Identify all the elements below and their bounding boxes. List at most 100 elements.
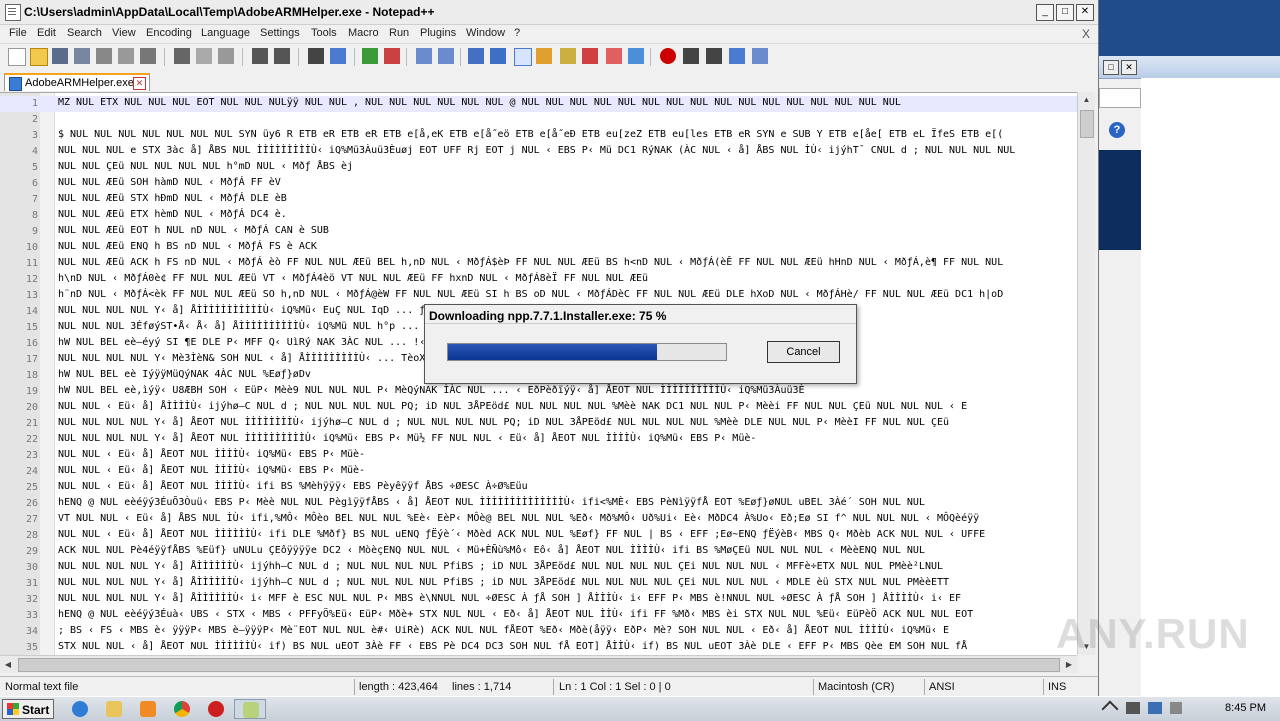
sync-vertical-icon[interactable] bbox=[416, 48, 432, 64]
play-macro-icon[interactable] bbox=[706, 48, 722, 64]
cut-icon[interactable] bbox=[174, 48, 190, 64]
save-icon[interactable] bbox=[52, 48, 68, 64]
editor-line[interactable]: 19 hW NUL BEL eè,ìýÿ‹ U8ÆBH SOH ‹ EüP‹ Mè… bbox=[0, 384, 1077, 400]
menu-plugins[interactable]: Plugins bbox=[420, 27, 456, 39]
menu-search[interactable]: Search bbox=[67, 27, 102, 39]
editor-line[interactable]: 7 NUL NUL ÆEü STX hÐmD NUL ‹ MðƒÁ DLE èB bbox=[0, 192, 1077, 208]
editor-line[interactable]: 27 VT NUL NUL ‹ Eü‹ å] ÅBS NUL ÌÙ‹ ifi,%M… bbox=[0, 512, 1077, 528]
language-udl-icon[interactable] bbox=[536, 48, 552, 64]
taskbar-opera-icon[interactable] bbox=[200, 699, 232, 719]
function-list-icon[interactable] bbox=[582, 48, 598, 64]
editor-line[interactable]: 32 NUL NUL NUL NUL Y‹ å] ÅÌÌÌÌÌÌÙ‹ i‹ MFF… bbox=[0, 592, 1077, 608]
menu-language[interactable]: Language bbox=[201, 27, 250, 39]
editor-line[interactable]: 28 NUL NUL ‹ Eü‹ å] ÅEOT NUL ÌÌÌÌÌÌÙ‹ ifi… bbox=[0, 528, 1077, 544]
editor-line[interactable]: 5 NUL NUL ÇEü NUL NUL NUL NUL h°mD NUL ‹ … bbox=[0, 160, 1077, 176]
editor-line[interactable]: 26 hENQ @ NUL eèéÿý3ÉuÕ3Òuü‹ EBS P‹ Mèè N… bbox=[0, 496, 1077, 512]
tab-adobearmhelper[interactable]: AdobeARMHelper.exe ✕ bbox=[4, 73, 150, 91]
zoom-in-icon[interactable] bbox=[362, 48, 378, 64]
horizontal-scroll-thumb[interactable] bbox=[18, 658, 1060, 672]
menu-encoding[interactable]: Encoding bbox=[146, 27, 192, 39]
scroll-right-icon[interactable]: ▶ bbox=[1061, 656, 1077, 673]
monitoring-icon[interactable] bbox=[628, 48, 644, 64]
start-button[interactable]: Start bbox=[2, 699, 54, 719]
save-all-icon[interactable] bbox=[74, 48, 90, 64]
show-all-chars-icon[interactable] bbox=[490, 48, 506, 64]
menu-tools[interactable]: Tools bbox=[311, 27, 337, 39]
editor-line[interactable]: 8 NUL NUL ÆEü ETX hèmD NUL ‹ MðƒÁ DC4 è. bbox=[0, 208, 1077, 224]
menu-settings[interactable]: Settings bbox=[260, 27, 300, 39]
editor-line[interactable]: 35 STX NUL NUL ‹ å] ÅEOT NUL ÌÌÌÌÌÌÙ‹ if)… bbox=[0, 640, 1077, 656]
editor-line[interactable]: 20 NUL NUL ‹ Eü‹ å] ÅÌÌÌÌÙ‹ ijýhø—C NUL d… bbox=[0, 400, 1077, 416]
print-icon[interactable] bbox=[140, 48, 156, 64]
open-file-icon[interactable] bbox=[30, 48, 48, 66]
editor-line[interactable]: 11 NUL NUL ÆEü ACK h FS nD NUL ‹ MðƒÁ èò … bbox=[0, 256, 1077, 272]
editor-line[interactable]: 25 NUL NUL ‹ Eü‹ å] ÅEOT NUL ÌÌÌÌÙ‹ ifi B… bbox=[0, 480, 1077, 496]
menu-edit[interactable]: Edit bbox=[37, 27, 56, 39]
editor-line[interactable]: 31 NUL NUL NUL NUL Y‹ å] ÅÌÌÌÌÌÌÙ‹ ijýhh—… bbox=[0, 576, 1077, 592]
run-macro-multiple-icon[interactable] bbox=[729, 48, 745, 64]
editor-line[interactable]: 30 NUL NUL NUL NUL Y‹ å] ÅÌÌÌÌÌÌÙ‹ ijýhh—… bbox=[0, 560, 1077, 576]
doc-map-icon[interactable] bbox=[560, 48, 576, 64]
editor-line[interactable]: 10 NUL NUL ÆEü ENQ h BS nD NUL ‹ MðƒÁ FS … bbox=[0, 240, 1077, 256]
stop-macro-icon[interactable] bbox=[683, 48, 699, 64]
editor-line[interactable]: 24 NUL NUL ‹ Eü‹ å] ÅEOT NUL ÌÌÌÌÙ‹ iQ%Mü… bbox=[0, 464, 1077, 480]
editor-line[interactable]: 12 h\nD NUL ‹ MðƒÁ0è¢ FF NUL NUL ÆEü VT ‹… bbox=[0, 272, 1077, 288]
menu-run[interactable]: Run bbox=[389, 27, 409, 39]
editor-line[interactable]: 6 NUL NUL ÆEü SOH hàmD NUL ‹ MðƒÁ FF èV bbox=[0, 176, 1077, 192]
background-maximize-button[interactable]: □ bbox=[1103, 60, 1119, 75]
sync-horizontal-icon[interactable] bbox=[438, 48, 454, 64]
close-all-icon[interactable] bbox=[118, 48, 134, 64]
cancel-button[interactable]: Cancel bbox=[767, 341, 840, 363]
editor-line[interactable]: 2 bbox=[0, 112, 1077, 128]
tray-expand-icon[interactable] bbox=[1101, 700, 1119, 718]
scroll-up-icon[interactable]: ▲ bbox=[1078, 92, 1095, 108]
close-button[interactable]: ✕ bbox=[1076, 4, 1094, 21]
taskbar-explorer-icon[interactable] bbox=[98, 699, 130, 719]
folder-workspace-icon[interactable] bbox=[606, 48, 622, 64]
new-file-icon[interactable] bbox=[8, 48, 26, 66]
copy-icon[interactable] bbox=[196, 48, 212, 64]
word-wrap-icon[interactable] bbox=[468, 48, 484, 64]
menu-file[interactable]: File bbox=[9, 27, 27, 39]
indent-guide-icon[interactable] bbox=[514, 48, 532, 66]
editor-line[interactable]: 23 NUL NUL ‹ Eü‹ å] ÅEOT NUL ÌÌÌÌÙ‹ iQ%Mü… bbox=[0, 448, 1077, 464]
taskbar-media-player-icon[interactable] bbox=[132, 699, 164, 719]
vertical-scroll-thumb[interactable] bbox=[1080, 110, 1094, 138]
maximize-button[interactable]: □ bbox=[1056, 4, 1074, 21]
menu-help[interactable]: ? bbox=[514, 27, 520, 39]
horizontal-scrollbar[interactable]: ◀ ▶ bbox=[0, 655, 1077, 673]
editor-line[interactable]: 4 NUL NUL NUL e STX 3àc å] ÅBS NUL ÌÌÌÌÌÌ… bbox=[0, 144, 1077, 160]
record-macro-icon[interactable] bbox=[660, 48, 676, 64]
tab-close-icon[interactable]: ✕ bbox=[133, 77, 146, 90]
background-close-button[interactable]: ✕ bbox=[1121, 60, 1137, 75]
editor-line[interactable]: 1 MZ NUL ETX NUL NUL NUL EOT NUL NUL NULÿ… bbox=[0, 96, 1077, 112]
editor-line[interactable]: 21 NUL NUL NUL NUL Y‹ å] ÅEOT NUL ÌÌÌÌÌÌÌ… bbox=[0, 416, 1077, 432]
tray-volume-icon[interactable] bbox=[1126, 702, 1140, 714]
clock[interactable]: 8:45 PM bbox=[1225, 702, 1266, 714]
tray-flag-icon[interactable] bbox=[1170, 702, 1182, 714]
editor-line[interactable]: 33 hENQ @ NUL eèéÿý3Éuà‹ UBS ‹ STX ‹ MBS … bbox=[0, 608, 1077, 624]
help-icon[interactable]: ? bbox=[1109, 122, 1125, 138]
vertical-scrollbar[interactable]: ▲ ▼ bbox=[1077, 92, 1095, 655]
zoom-out-icon[interactable] bbox=[384, 48, 400, 64]
redo-icon[interactable] bbox=[274, 48, 290, 64]
editor-line[interactable]: 29 ACK NUL NUL Pè4éÿÿfÅBS %Eüf} uNULu ÇEô… bbox=[0, 544, 1077, 560]
taskbar-notepadpp-icon[interactable] bbox=[234, 699, 266, 719]
find-icon[interactable] bbox=[308, 48, 324, 64]
editor-line[interactable]: 9 NUL NUL ÆEü EOT h NUL nD NUL ‹ MðƒÁ CAN… bbox=[0, 224, 1077, 240]
minimize-button[interactable]: _ bbox=[1036, 4, 1054, 21]
menu-macro[interactable]: Macro bbox=[348, 27, 379, 39]
menu-view[interactable]: View bbox=[112, 27, 136, 39]
taskbar-ie-icon[interactable] bbox=[64, 699, 96, 719]
replace-icon[interactable] bbox=[330, 48, 346, 64]
close-document-icon[interactable]: X bbox=[1082, 27, 1090, 41]
paste-icon[interactable] bbox=[218, 48, 234, 64]
menu-window[interactable]: Window bbox=[466, 27, 505, 39]
save-macro-icon[interactable] bbox=[752, 48, 768, 64]
editor-line[interactable]: 22 NUL NUL NUL NUL Y‹ å] ÅEOT NUL ÌÌÌÌÌÌÌ… bbox=[0, 432, 1077, 448]
close-file-icon[interactable] bbox=[96, 48, 112, 64]
tray-network-icon[interactable] bbox=[1148, 702, 1162, 714]
editor-line[interactable]: 13 h¨nD NUL ‹ MðƒÁ<èk FF NUL NUL ÆEü SO h… bbox=[0, 288, 1077, 304]
scroll-left-icon[interactable]: ◀ bbox=[0, 656, 16, 673]
editor-line[interactable]: 3 $ NUL NUL NUL NUL NUL NUL NUL SYN üy6 R… bbox=[0, 128, 1077, 144]
